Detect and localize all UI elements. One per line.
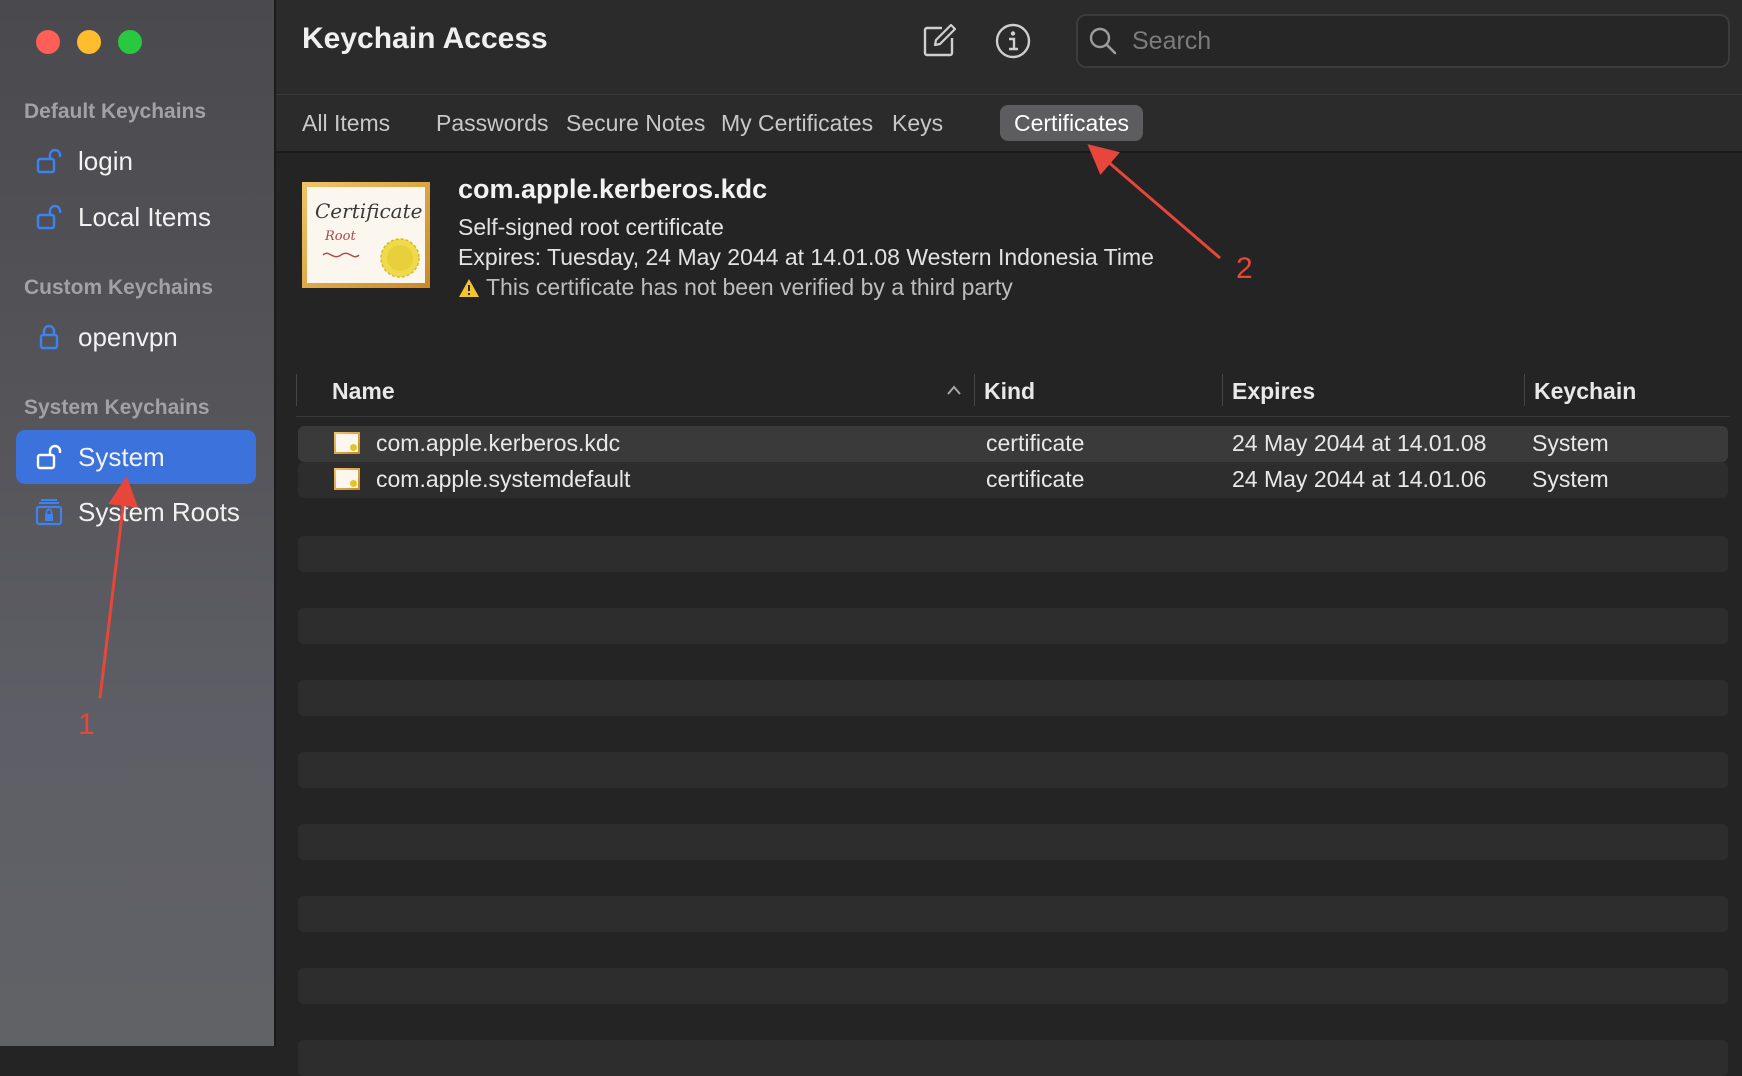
sidebar: Default Keychains login Local Items Cust… [0, 0, 276, 1046]
column-header-keychain[interactable]: Keychain [1534, 378, 1636, 405]
close-window-button[interactable] [36, 30, 60, 54]
certificate-type: Self-signed root certificate [458, 214, 724, 240]
row-keychain: System [1532, 430, 1609, 456]
row-name: com.apple.systemdefault [376, 466, 631, 492]
sidebar-item-system[interactable]: System [16, 430, 256, 484]
column-separator[interactable] [974, 374, 975, 406]
unlock-icon [34, 442, 64, 472]
sidebar-item-label: System [78, 441, 165, 472]
certificate-icon [334, 432, 360, 454]
minimize-window-button[interactable] [77, 30, 101, 54]
certificate-warning: This certificate has not been verified b… [458, 274, 1013, 301]
lock-icon [34, 322, 64, 352]
empty-row-stripe [298, 752, 1728, 788]
seal-icon [380, 238, 420, 278]
row-kind: certificate [986, 466, 1085, 492]
certificate-name: com.apple.kerberos.kdc [458, 174, 768, 204]
row-kind: certificate [986, 430, 1085, 456]
window-controls [36, 30, 142, 54]
cabinet-lock-icon [34, 497, 64, 527]
sidebar-item-label: login [78, 145, 133, 176]
table-row[interactable]: com.apple.systemdefault certificate 24 M… [298, 462, 1728, 498]
table-row[interactable]: com.apple.kerberos.kdc certificate 24 Ma… [298, 426, 1728, 462]
annotation-label-1: 1 [78, 708, 95, 741]
row-expires: 24 May 2044 at 14.01.08 [1232, 430, 1487, 456]
row-expires: 24 May 2044 at 14.01.06 [1232, 466, 1487, 492]
tab-passwords[interactable]: Passwords [422, 105, 562, 141]
empty-row-stripe [298, 968, 1728, 1004]
info-icon[interactable] [994, 22, 1032, 60]
section-title-default-keychains: Default Keychains [24, 100, 207, 123]
zoom-window-button[interactable] [118, 30, 142, 54]
sidebar-item-login[interactable]: login [16, 134, 256, 188]
column-separator[interactable] [296, 374, 297, 406]
empty-row-stripe [298, 896, 1728, 932]
certificate-detail: Certificate Root com.apple.kerberos.kdc … [276, 150, 1742, 370]
unlock-icon [34, 146, 64, 176]
empty-row-stripe [298, 608, 1728, 644]
column-separator[interactable] [1524, 374, 1525, 406]
section-title-custom-keychains: Custom Keychains [24, 276, 214, 299]
tab-secure-notes[interactable]: Secure Notes [552, 105, 719, 141]
column-header-kind[interactable]: Kind [984, 378, 1035, 405]
row-keychain: System [1532, 466, 1609, 492]
section-title-system-keychains: System Keychains [24, 396, 210, 419]
sidebar-item-label: openvpn [78, 321, 178, 352]
certificate-expiry: Expires: Tuesday, 24 May 2044 at 14.01.0… [458, 244, 1154, 270]
column-header-name[interactable]: Name [332, 378, 395, 405]
annotation-label-2: 2 [1236, 252, 1253, 285]
category-tabs: All Items Passwords Secure Notes My Cert… [276, 94, 1742, 153]
sidebar-item-openvpn[interactable]: openvpn [16, 310, 256, 364]
search-field[interactable] [1076, 14, 1730, 68]
row-name: com.apple.kerberos.kdc [376, 430, 621, 456]
search-icon [1089, 27, 1117, 55]
search-input[interactable] [1130, 25, 1694, 57]
empty-row-stripe [298, 536, 1728, 572]
certificate-image-subtitle: Root [325, 229, 356, 244]
sidebar-item-label: System Roots [78, 496, 240, 527]
column-header-expires[interactable]: Expires [1232, 378, 1315, 405]
tab-keys[interactable]: Keys [878, 105, 957, 141]
sort-ascending-icon[interactable] [946, 384, 962, 396]
sidebar-item-label: Local Items [78, 201, 211, 232]
empty-row-stripe [298, 680, 1728, 716]
table-header: Name Kind Expires Keychain [296, 370, 1730, 417]
tab-all-items[interactable]: All Items [288, 105, 404, 141]
empty-row-stripe [298, 1040, 1728, 1076]
certificate-image: Certificate Root [302, 182, 430, 288]
empty-row-stripe [298, 824, 1728, 860]
column-separator[interactable] [1222, 374, 1223, 406]
warning-icon [459, 278, 479, 297]
unlock-icon [34, 202, 64, 232]
tab-certificates[interactable]: Certificates [1000, 105, 1144, 141]
certificate-image-title: Certificate [315, 199, 423, 223]
tab-my-certificates[interactable]: My Certificates [707, 105, 887, 141]
warning-text: This certificate has not been verified b… [486, 274, 1013, 300]
sidebar-item-system-roots[interactable]: System Roots [16, 485, 256, 539]
app-title: Keychain Access [302, 22, 548, 55]
main-pane: Keychain Access All Items Passwords Secu… [276, 0, 1742, 1076]
sidebar-item-local-items[interactable]: Local Items [16, 190, 256, 244]
compose-icon[interactable] [920, 22, 958, 60]
toolbar: Keychain Access [276, 0, 1742, 94]
certificate-icon [334, 468, 360, 490]
scroll-ornament [322, 252, 360, 258]
